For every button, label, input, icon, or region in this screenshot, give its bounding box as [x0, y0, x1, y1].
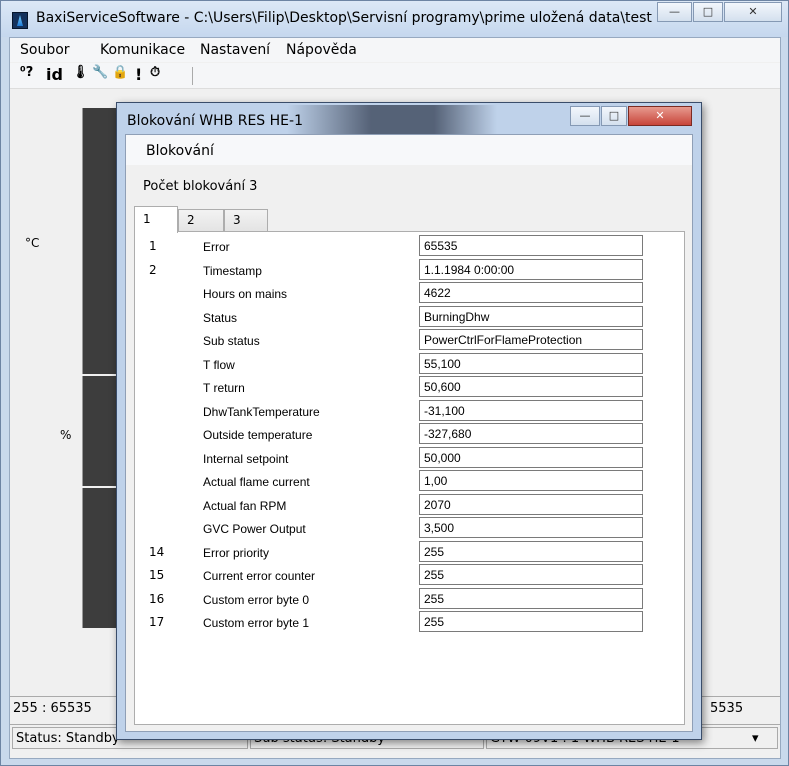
row-label: Timestamp — [203, 263, 262, 278]
row-index: 1 — [149, 239, 157, 253]
main-title-bar[interactable]: BaxiServiceSoftware - C:\Users\Filip\Des… — [1, 1, 788, 37]
menu-blokovani[interactable]: Blokování — [146, 143, 214, 159]
row-value-field[interactable]: 255 — [419, 587, 643, 609]
dialog-title: Blokování WHB RES HE-1 — [127, 113, 303, 129]
table-row: 1 Error 65535 — [135, 234, 684, 258]
row-label: Actual fan RPM — [203, 498, 287, 513]
title-blur-effect — [287, 105, 497, 135]
table-row: 15 Current error counter 255 — [135, 563, 684, 587]
main-window-title: BaxiServiceSoftware - C:\Users\Filip\Des… — [36, 10, 715, 26]
minimize-button[interactable]: — — [657, 2, 692, 22]
dialog-close-button[interactable]: ✕ — [628, 106, 692, 126]
menu-komunikace[interactable]: Komunikace — [100, 42, 185, 58]
tab-2[interactable]: 2 — [178, 209, 224, 232]
row-value-field[interactable]: 50,600 — [419, 376, 643, 397]
dialog-client-area: Blokování Počet blokování 3 1 2 3 1 Error… — [125, 134, 693, 732]
table-row: T return 50,600 — [135, 375, 684, 399]
row-label: Custom error byte 1 — [203, 616, 310, 630]
row-value-field[interactable]: 65535 — [419, 235, 643, 256]
right-value-text: 5535 — [710, 701, 744, 716]
row-index: 14 — [149, 544, 165, 559]
row-value-field[interactable]: PowerCtrlForFlameProtection — [419, 329, 643, 350]
row-label: T return — [203, 381, 245, 395]
table-row: 14 Error priority 255 — [135, 540, 684, 564]
percent-unit: % — [60, 428, 72, 442]
row-label: Error priority — [203, 545, 270, 560]
table-row: Hours on mains 4622 — [135, 281, 684, 305]
row-index: 2 — [149, 262, 157, 277]
row-value-field[interactable]: 255 — [419, 540, 643, 562]
menu-bar: Soubor Komunikace Nastavení Nápověda — [10, 38, 780, 62]
table-row: Actual flame current 1,00 — [135, 469, 684, 493]
row-value-field[interactable]: 2070 — [419, 493, 643, 515]
table-row: Internal setpoint 50,000 — [135, 446, 684, 470]
temperature-unit: °C — [25, 236, 40, 250]
table-row: 2 Timestamp 1.1.1984 0:00:00 — [135, 258, 684, 282]
status-text: Status: Standby — [16, 731, 120, 746]
row-label: Outside temperature — [203, 428, 313, 442]
row-index: 17 — [149, 615, 165, 629]
row-value-field[interactable]: 255 — [419, 564, 643, 585]
table-row: Status BurningDhw — [135, 305, 684, 329]
row-value-field[interactable]: 50,000 — [419, 446, 643, 468]
lock-icon[interactable]: 🔒 — [112, 65, 128, 80]
row-label: GVC Power Output — [203, 522, 306, 536]
row-value-field[interactable]: 55,100 — [419, 352, 643, 374]
table-row: Actual fan RPM 2070 — [135, 493, 684, 517]
table-row: GVC Power Output 3,500 — [135, 516, 684, 540]
row-value-field[interactable]: -327,680 — [419, 423, 643, 444]
help-query-icon[interactable]: ⁰? — [20, 65, 33, 80]
close-button[interactable]: ✕ — [724, 2, 782, 22]
toolbar: ⁰? id 🌡 🔧 🔒 ! ⏱ — [10, 63, 780, 89]
tab-1[interactable]: 1 — [134, 206, 178, 233]
chevron-down-icon[interactable]: ▾ — [752, 731, 759, 746]
menu-napoveda[interactable]: Nápověda — [286, 42, 357, 58]
row-value-field[interactable]: BurningDhw — [419, 305, 643, 327]
table-row: DhwTankTemperature -31,100 — [135, 399, 684, 423]
table-row: Sub status PowerCtrlForFlameProtection — [135, 328, 684, 352]
blocking-dialog: Blokování WHB RES HE-1 — □ ✕ Blokování P… — [116, 102, 702, 740]
row-label: DhwTankTemperature — [203, 404, 320, 419]
row-value-field[interactable]: 255 — [419, 611, 643, 632]
wrench-icon[interactable]: 🔧 — [92, 65, 108, 80]
row-value-field[interactable]: 4622 — [419, 282, 643, 303]
row-value-field[interactable]: 3,500 — [419, 517, 643, 538]
row-index: 15 — [149, 568, 165, 582]
table-row: T flow 55,100 — [135, 352, 684, 376]
dialog-minimize-button[interactable]: — — [570, 106, 600, 126]
timer-icon[interactable]: ⏱ — [150, 65, 160, 80]
menu-nastaveni[interactable]: Nastavení — [200, 42, 270, 58]
row-label: Sub status — [203, 334, 260, 348]
blocking-count-label: Počet blokování 3 — [143, 179, 258, 194]
table-row: 16 Custom error byte 0 255 — [135, 587, 684, 611]
table-row: 17 Custom error byte 1 255 — [135, 610, 684, 634]
toolbar-separator — [192, 67, 193, 85]
row-label: Error — [203, 240, 230, 254]
table-row: Outside temperature -327,680 — [135, 422, 684, 446]
app-icon — [12, 12, 28, 29]
tab-panel: 1 Error 65535 2 Timestamp 1.1.1984 0:00:00 Hou… — [134, 231, 685, 725]
row-label: Status — [203, 310, 238, 325]
row-label: Custom error byte 0 — [203, 592, 310, 607]
row-label: Internal setpoint — [203, 451, 289, 466]
menu-soubor[interactable]: Soubor — [20, 42, 70, 58]
alert-icon[interactable]: ! — [135, 65, 142, 84]
maximize-button[interactable]: □ — [693, 2, 723, 22]
row-value-field[interactable]: 1.1.1984 0:00:00 — [419, 258, 643, 280]
tab-3[interactable]: 3 — [224, 209, 268, 232]
row-label: Current error counter — [203, 569, 316, 583]
thermometer-icon[interactable]: 🌡 — [72, 65, 89, 80]
row-label: Hours on mains — [203, 287, 288, 301]
row-label: Actual flame current — [203, 475, 310, 489]
id-icon[interactable]: id — [46, 65, 63, 84]
row-value-field[interactable]: -31,100 — [419, 399, 643, 421]
dialog-maximize-button[interactable]: □ — [601, 106, 627, 126]
error-code-text: 255 : 65535 — [13, 701, 92, 716]
row-index: 16 — [149, 591, 165, 606]
row-value-field[interactable]: 1,00 — [419, 470, 643, 491]
row-label: T flow — [203, 357, 235, 372]
dialog-menu-bar: Blokování — [126, 135, 692, 165]
